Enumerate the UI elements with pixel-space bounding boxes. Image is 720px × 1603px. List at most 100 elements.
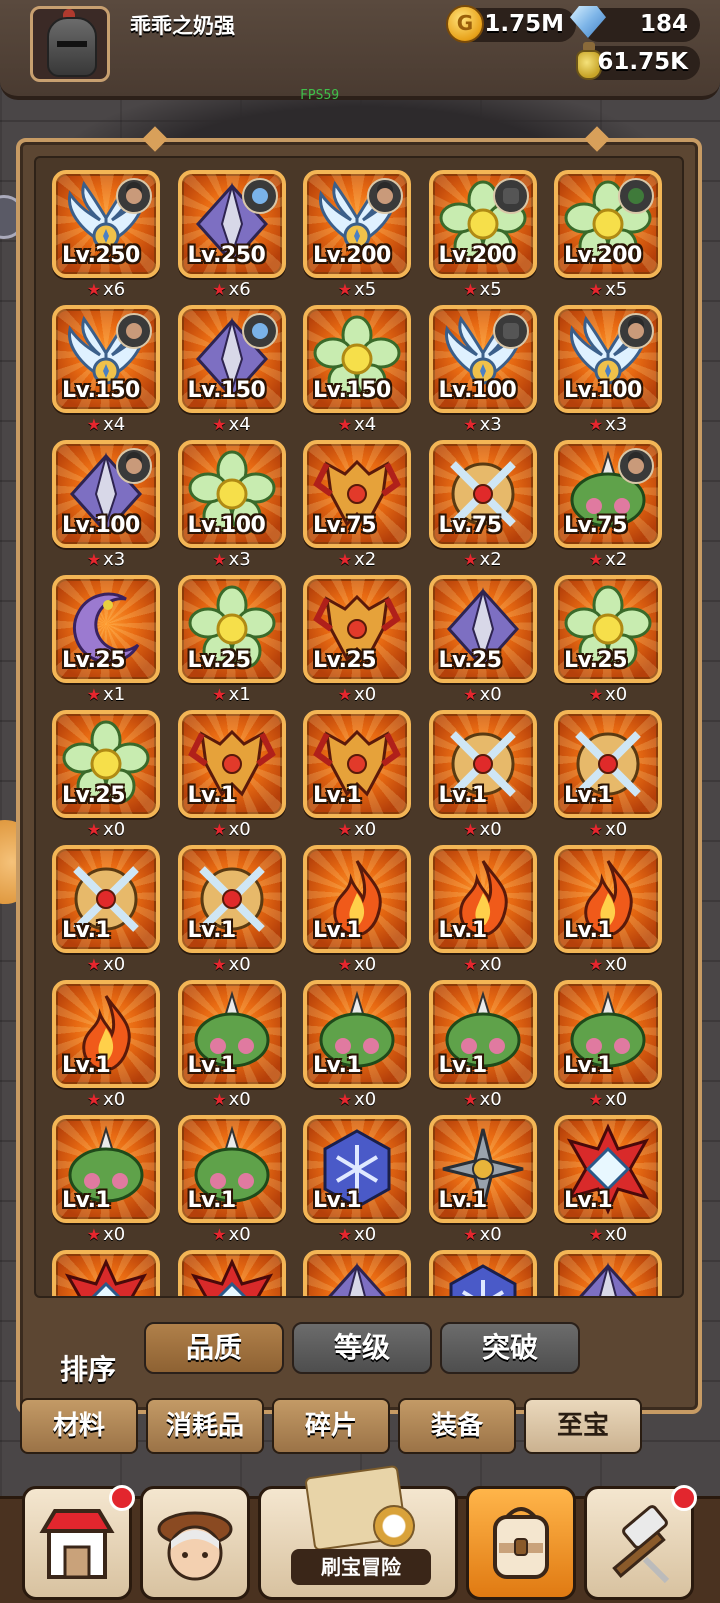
- treasure-slot[interactable]: Lv.1 ★ x0: [303, 710, 411, 842]
- star-count: ★ x0: [178, 1088, 286, 1112]
- nav-hero-button[interactable]: [140, 1486, 250, 1600]
- treasure-slot[interactable]: Lv.150 ★ x4: [303, 305, 411, 437]
- gem-counter[interactable]: 184: [570, 6, 700, 42]
- player-avatar[interactable]: [30, 6, 110, 82]
- treasure-tile: Lv.25: [177, 575, 286, 683]
- treasure-slot[interactable]: Lv.100 ★ x3: [177, 440, 286, 572]
- tab-treasures[interactable]: 至宝: [524, 1398, 642, 1454]
- treasure-slot[interactable]: Lv.1 ★ x0: [177, 980, 286, 1112]
- treasure-slot[interactable]: Lv.1 ★ x0: [554, 710, 662, 842]
- treasure-slot[interactable]: Lv.150 ★ x4: [177, 305, 286, 437]
- star-count: ★ x0: [52, 1223, 160, 1247]
- treasure-slot[interactable]: Lv.100 ★ x3: [52, 440, 160, 572]
- sort-level-button[interactable]: 等级: [292, 1322, 432, 1374]
- star-count-value: x1: [103, 684, 126, 705]
- treasure-level: Lv.1: [313, 1188, 362, 1213]
- treasure-slot[interactable]: Lv.150 ★ x4: [52, 305, 160, 437]
- treasure-slot[interactable]: Lv.75 ★ x2: [428, 440, 537, 572]
- treasure-slot[interactable]: Lv.1 ★ x0: [52, 980, 160, 1112]
- treasure-level: Lv.1: [564, 783, 613, 808]
- owner-avatar: [618, 448, 654, 484]
- treasure-slot[interactable]: Lv.1 ★ x0: [428, 1115, 537, 1247]
- treasure-slot[interactable]: Lv.250 ★ x6: [52, 170, 160, 302]
- treasure-level: Lv.1: [313, 783, 362, 808]
- nav-forge-button[interactable]: [584, 1485, 697, 1600]
- treasure-slot[interactable]: Lv.1 ★ x0: [303, 980, 411, 1112]
- nav-backpack-button[interactable]: [466, 1486, 576, 1600]
- treasure-slot[interactable]: [428, 1250, 537, 1296]
- tab-materials[interactable]: 材料: [20, 1398, 138, 1454]
- treasure-slot[interactable]: Lv.25 ★ x1: [177, 575, 286, 707]
- treasure-slot[interactable]: [303, 1250, 411, 1296]
- treasure-slot[interactable]: Lv.25 ★ x0: [52, 710, 160, 842]
- treasure-slot[interactable]: Lv.25 ★ x0: [554, 575, 662, 707]
- owner-avatar: [116, 313, 152, 349]
- sort-quality-button[interactable]: 品质: [144, 1322, 284, 1374]
- star-count: ★ x0: [178, 818, 286, 842]
- treasure-tile: Lv.1: [428, 845, 537, 953]
- star-count-value: x5: [354, 279, 377, 300]
- treasure-slot[interactable]: Lv.1 ★ x0: [303, 845, 411, 977]
- treasure-slot[interactable]: Lv.1 ★ x0: [428, 845, 537, 977]
- backpack-icon: [493, 1507, 549, 1579]
- red-star-icon: ★: [588, 820, 604, 839]
- treasure-slot[interactable]: Lv.1 ★ x0: [52, 1115, 160, 1247]
- treasure-slot[interactable]: Lv.1 ★ x0: [177, 1115, 286, 1247]
- treasure-tile: Lv.1: [177, 980, 286, 1088]
- nav-shop-button[interactable]: [22, 1485, 135, 1600]
- nav-treasure-hunt-button[interactable]: 刷宝冒险: [258, 1464, 458, 1600]
- treasure-slot[interactable]: Lv.100 ★ x3: [554, 305, 662, 437]
- star-count: ★ x2: [429, 548, 537, 572]
- treasure-slot[interactable]: Lv.200 ★ x5: [303, 170, 411, 302]
- star-count-value: x0: [103, 1224, 126, 1245]
- treasure-slot[interactable]: [177, 1250, 286, 1296]
- treasure-slot[interactable]: Lv.200 ★ x5: [428, 170, 537, 302]
- treasure-slot[interactable]: Lv.200 ★ x5: [554, 170, 662, 302]
- treasure-slot[interactable]: [52, 1250, 160, 1296]
- star-count-value: x0: [103, 954, 126, 975]
- star-count-value: x0: [605, 954, 628, 975]
- treasure-slot[interactable]: Lv.100 ★ x3: [428, 305, 537, 437]
- treasure-slot[interactable]: Lv.250 ★ x6: [177, 170, 286, 302]
- treasure-slot[interactable]: Lv.25 ★ x1: [52, 575, 160, 707]
- sort-breakthrough-button[interactable]: 突破: [440, 1322, 580, 1374]
- owner-avatar: [116, 448, 152, 484]
- treasure-tile: [303, 1250, 411, 1296]
- star-count: ★ x0: [554, 1088, 662, 1112]
- treasure-slot[interactable]: Lv.1 ★ x0: [177, 845, 286, 977]
- treasure-tile: Lv.75: [554, 440, 662, 548]
- treasure-slot[interactable]: Lv.1 ★ x0: [554, 845, 662, 977]
- red-star-icon: ★: [463, 1225, 478, 1244]
- treasure-level: Lv.200: [313, 243, 391, 268]
- tab-fragments[interactable]: 碎片: [272, 1398, 390, 1454]
- treasure-level: Lv.1: [187, 1188, 237, 1213]
- treasure-slot[interactable]: [554, 1250, 662, 1296]
- tab-equipment[interactable]: 装备: [398, 1398, 516, 1454]
- star-count: ★ x0: [178, 1223, 286, 1247]
- treasure-slot[interactable]: Lv.75 ★ x2: [303, 440, 411, 572]
- potion-counter[interactable]: 61.75K: [576, 42, 700, 80]
- treasure-tile: Lv.100: [177, 440, 286, 548]
- star-count: ★ x3: [52, 548, 160, 572]
- treasure-slot[interactable]: Lv.75 ★ x2: [554, 440, 662, 572]
- treasure-tile: Lv.1: [428, 710, 537, 818]
- treasure-grid-scroll[interactable]: Lv.250 ★ x6 Lv.250 ★ x6 Lv.200 ★ x5 Lv.200 ★ x5 …: [34, 156, 684, 1298]
- tab-consumables[interactable]: 消耗品: [146, 1398, 264, 1454]
- treasure-slot[interactable]: Lv.1 ★ x0: [554, 1115, 662, 1247]
- treasure-slot[interactable]: Lv.1 ★ x0: [303, 1115, 411, 1247]
- treasure-tile: Lv.25: [303, 575, 411, 683]
- treasure-slot[interactable]: Lv.1 ★ x0: [428, 980, 537, 1112]
- treasure-slot[interactable]: Lv.25 ★ x0: [303, 575, 411, 707]
- treasure-slot[interactable]: Lv.25 ★ x0: [428, 575, 537, 707]
- treasure-level: Lv.75: [564, 513, 628, 538]
- treasure-level: Lv.1: [313, 1053, 362, 1078]
- treasure-slot[interactable]: Lv.1 ★ x0: [52, 845, 160, 977]
- treasure-slot[interactable]: Lv.1 ★ x0: [428, 710, 537, 842]
- sort-label: 排序: [60, 1353, 117, 1386]
- treasure-level: Lv.1: [438, 1053, 488, 1078]
- treasure-slot[interactable]: Lv.1 ★ x0: [554, 980, 662, 1112]
- potion-value: 61.75K: [597, 49, 688, 75]
- treasure-level: Lv.1: [62, 1188, 111, 1213]
- gold-counter[interactable]: 1.75M: [446, 5, 576, 43]
- treasure-slot[interactable]: Lv.1 ★ x0: [177, 710, 286, 842]
